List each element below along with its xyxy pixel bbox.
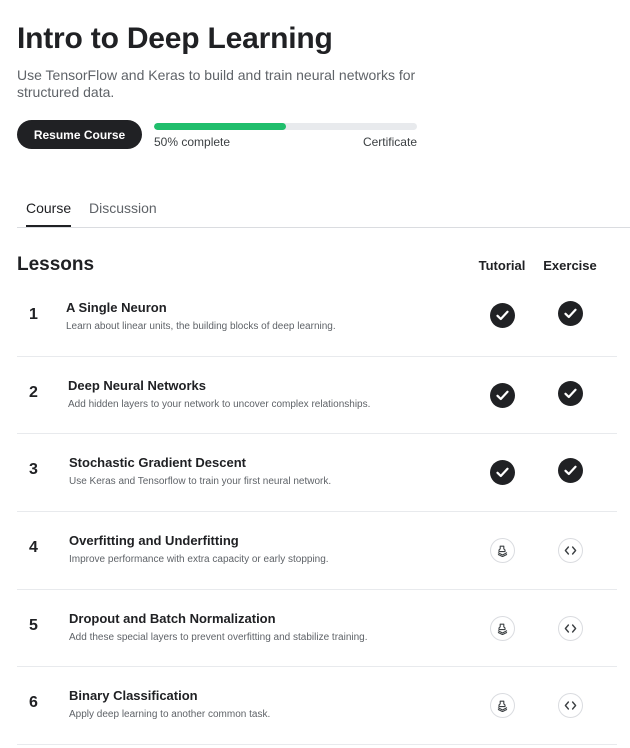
lesson-row: 4 Overfitting and Underfitting Improve per… [17,512,617,590]
exercise-complete-check-icon[interactable] [558,301,583,326]
tutorial-complete-check-icon[interactable] [490,460,515,486]
resume-course-button[interactable]: Resume Course [17,120,142,149]
tab-discussion[interactable]: Discussion [89,200,157,225]
lesson-title-link[interactable]: Binary Classification [69,688,198,703]
lesson-title-link[interactable]: Overfitting and Underfitting [69,533,239,548]
exercise-code-icon[interactable] [558,538,583,564]
tutorial-complete-check-icon[interactable] [490,303,515,328]
lesson-row: 3 Stochastic Gradient Descent Use Keras an… [17,434,617,513]
tutorial-notebook-icon[interactable] [490,693,515,719]
lesson-number: 4 [29,539,38,557]
course-subtitle: Use TensorFlow and Keras to build and tr… [17,67,416,100]
lesson-description: Improve performance with extra capacity … [69,554,329,566]
tutorial-column-header: Tutorial [478,258,526,273]
progress-label: 50% complete [154,135,231,149]
lesson-description: Add these special layers to prevent over… [69,631,368,643]
lesson-description: Use Keras and Tensorflow to train your f… [69,476,332,488]
lesson-title-link[interactable]: A Single Neuron [66,300,167,315]
lesson-row: 6 Binary Classification Apply deep learnin… [17,667,617,746]
progress-bar [154,123,417,130]
page-title: Intro to Deep Learning [17,22,333,55]
tab-course[interactable]: Course [26,200,72,227]
lesson-title-link[interactable]: Stochastic Gradient Descent [69,455,246,470]
exercise-complete-check-icon[interactable] [558,380,583,406]
lessons-heading: Lessons [17,254,95,275]
lesson-title-link[interactable]: Deep Neural Networks [68,378,206,393]
lesson-row: 5 Dropout and Batch Normalization Add thes… [17,590,617,668]
lesson-row: 2 Deep Neural Networks Add hidden layers t… [17,357,617,435]
course-tabs: Course Discussion [17,195,630,228]
exercise-code-icon[interactable] [558,615,583,641]
exercise-complete-check-icon[interactable] [558,458,583,484]
lesson-description: Apply deep learning to another common ta… [69,709,271,721]
lesson-number: 6 [29,694,38,712]
tutorial-complete-check-icon[interactable] [490,382,515,408]
course-page: Intro to Deep Learning Use TensorFlow an… [0,0,630,748]
progress-bar-fill [154,123,286,130]
lesson-number: 1 [29,306,38,323]
lesson-number: 2 [29,383,38,401]
certificate-label: Certificate [362,135,417,149]
lesson-row: 1 A Single Neuron Learn about linear units… [17,279,617,357]
tutorial-notebook-icon[interactable] [490,615,515,641]
lesson-number: 5 [29,616,38,634]
exercise-code-icon[interactable] [558,693,583,719]
lesson-number: 3 [29,461,38,479]
lessons-list: 1 A Single Neuron Learn about linear units… [17,279,617,746]
lesson-description: Add hidden layers to your network to unc… [68,398,371,410]
tutorial-notebook-icon[interactable] [490,538,515,564]
exercise-column-header: Exercise [543,258,597,273]
lesson-description: Learn about linear units, the building b… [66,321,336,332]
lesson-title-link[interactable]: Dropout and Batch Normalization [69,611,276,626]
